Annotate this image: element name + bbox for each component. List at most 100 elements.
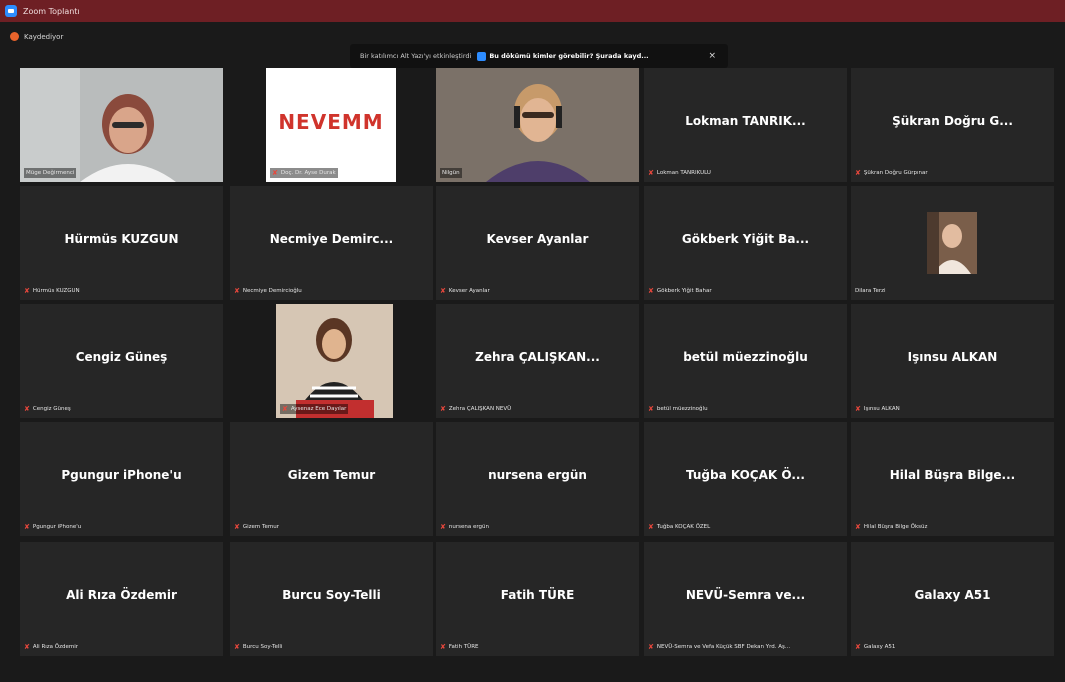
participant-tile[interactable]: Müge Değirmenci	[20, 68, 223, 182]
microphone-muted-icon: ✘	[272, 169, 278, 177]
close-icon[interactable]: ×	[708, 51, 716, 61]
captions-icon	[477, 51, 487, 61]
participant-name: Şükran Doğru Gürpınar	[863, 170, 928, 176]
participant-name: Nilgün	[442, 170, 460, 176]
participant-name-label: ✘ Şükran Doğru Gürpınar	[855, 168, 928, 178]
participant-tile[interactable]: NEVÜ-Semra ve... ✘ NEVÜ-Semra ve Vefa Küçü…	[644, 542, 847, 656]
microphone-muted-icon: ✘	[234, 523, 240, 531]
participant-tile[interactable]: Tuğba KOÇAK Ö... ✘ Tuğba KOÇAK ÖZEL	[644, 422, 847, 536]
caption-info-link[interactable]: Bu dökümü kimler görebilir? Şurada kayd.…	[489, 52, 648, 60]
participant-name-label: ✘ Kevser Ayanlar	[440, 286, 490, 296]
participant-name-label: ✘ Gizem Temur	[234, 522, 279, 532]
participant-video	[276, 304, 393, 418]
participant-tile[interactable]: Cengiz Güneş ✘ Cengiz Güneş	[20, 304, 223, 418]
participant-tile[interactable]: Şükran Doğru G... ✘ Şükran Doğru Gürpınar	[851, 68, 1054, 182]
participant-tile[interactable]: Necmiye Demirc... ✘ Necmiye Demircioğlu	[230, 186, 433, 300]
participant-name-label: ✘ Aysenaz Ece Dayılar	[280, 404, 349, 414]
microphone-muted-icon: ✘	[234, 287, 240, 295]
participant-name: Hilal Büşra Bilge Öksüz	[863, 524, 928, 530]
participant-tile[interactable]: Kevser Ayanlar ✘ Kevser Ayanlar	[436, 186, 639, 300]
participant-display-name: Gizem Temur	[287, 468, 376, 482]
participant-tile[interactable]: Fatih TÜRE ✘ Fatih TÜRE	[436, 542, 639, 656]
participant-tile[interactable]: Nilgün	[436, 68, 639, 182]
participant-name-label: ✘ Zehra ÇALIŞKAN NEVÜ	[440, 404, 511, 414]
microphone-muted-icon: ✘	[855, 643, 861, 651]
microphone-muted-icon: ✘	[855, 405, 861, 413]
participant-tile[interactable]: NEVEMM ✘ Doç. Dr. Ayse Durak	[266, 68, 396, 182]
participant-name-label: ✘ Necmiye Demircioğlu	[234, 286, 302, 296]
participant-display-name: Burcu Soy-Telli	[282, 588, 381, 602]
window-title: Zoom Toplantı	[23, 6, 80, 16]
participant-name-label: ✘ NEVÜ-Semra ve Vefa Küçük SBF Dekan Yrd.…	[648, 642, 790, 652]
microphone-muted-icon: ✘	[648, 405, 654, 413]
zoom-logo-icon	[5, 5, 17, 17]
participant-name-label: ✘ Galaxy A51	[855, 642, 895, 652]
microphone-muted-icon: ✘	[24, 643, 30, 651]
participant-name-label: ✘ Lokman TANRIKULU	[648, 168, 711, 178]
participant-display-name: Işınsu ALKAN	[907, 350, 998, 364]
microphone-muted-icon: ✘	[24, 523, 30, 531]
participant-display-name: Galaxy A51	[914, 588, 991, 602]
participant-tile[interactable]: betül müezzinoğlu ✘ betül müezzinoğlu	[644, 304, 847, 418]
participant-name: Burcu Soy-Telli	[242, 644, 283, 650]
participant-display-name: Cengiz Güneş	[75, 350, 168, 364]
microphone-muted-icon: ✘	[440, 643, 446, 651]
participant-tile[interactable]: Gökberk Yiğit Ba... ✘ Gökberk Yiğit Bahar	[644, 186, 847, 300]
participant-display-name: Necmiye Demirc...	[269, 232, 394, 246]
participant-tile[interactable]: ✘ Aysenaz Ece Dayılar	[276, 304, 393, 418]
participant-tile[interactable]: Galaxy A51 ✘ Galaxy A51	[851, 542, 1054, 656]
participant-video	[20, 68, 223, 182]
participant-avatar	[927, 212, 977, 274]
microphone-muted-icon: ✘	[855, 523, 861, 531]
participant-name: Pgungur iPhone'u	[32, 524, 82, 530]
participant-display-name: NEVÜ-Semra ve...	[685, 588, 806, 602]
participant-name-label: ✘ Cengiz Güneş	[24, 404, 71, 414]
participant-tile[interactable]: Zehra ÇALIŞKAN... ✘ Zehra ÇALIŞKAN NEVÜ	[436, 304, 639, 418]
participant-gallery: Müge Değirmenci NEVEMM ✘ Doç. Dr. Ayse Dura…	[20, 68, 1060, 662]
participant-name: NEVÜ-Semra ve Vefa Küçük SBF Dekan Yrd. …	[656, 644, 791, 650]
microphone-muted-icon: ✘	[648, 643, 654, 651]
participant-tile[interactable]: Işınsu ALKAN ✘ Işınsu ALKAN	[851, 304, 1054, 418]
participant-name: Necmiye Demircioğlu	[242, 288, 302, 294]
participant-name: Hürmüs KUZGUN	[32, 288, 80, 294]
microphone-muted-icon: ✘	[648, 169, 654, 177]
participant-name: Fatih TÜRE	[448, 644, 479, 650]
participant-name-label: Dilara Terzi	[855, 286, 886, 296]
participant-name: Doç. Dr. Ayse Durak	[280, 170, 336, 176]
title-bar: Zoom Toplantı	[0, 0, 1065, 22]
participant-name-label: ✘ Hilal Büşra Bilge Öksüz	[855, 522, 927, 532]
participant-display-name: Zehra ÇALIŞKAN...	[475, 350, 600, 364]
participant-tile[interactable]: Hürmüs KUZGUN ✘ Hürmüs KUZGUN	[20, 186, 223, 300]
participant-name: Aysenaz Ece Dayılar	[290, 406, 347, 412]
microphone-muted-icon: ✘	[440, 523, 446, 531]
participant-tile[interactable]: Dilara Terzi	[851, 186, 1054, 300]
participant-name: Müge Değirmenci	[26, 170, 75, 176]
participant-name-label: ✘ Doç. Dr. Ayse Durak	[270, 168, 338, 178]
microphone-muted-icon: ✘	[440, 405, 446, 413]
recording-dot-icon	[10, 32, 19, 41]
participant-tile[interactable]: Gizem Temur ✘ Gizem Temur	[230, 422, 433, 536]
participant-name: Lokman TANRIKULU	[656, 170, 711, 176]
participant-tile[interactable]: nursena ergün ✘ nursena ergün	[436, 422, 639, 536]
participant-tile[interactable]: Pgungur iPhone'u ✘ Pgungur iPhone'u	[20, 422, 223, 536]
participant-name: nursena ergün	[448, 524, 489, 530]
participant-tile[interactable]: Hilal Büşra Bilge... ✘ Hilal Büşra Bilge Ö…	[851, 422, 1054, 536]
participant-name: betül müezzinoğlu	[656, 406, 708, 412]
participant-tile[interactable]: Ali Rıza Özdemir ✘ Ali Rıza Özdemir	[20, 542, 223, 656]
participant-tile[interactable]: Lokman TANRIK... ✘ Lokman TANRIKULU	[644, 68, 847, 182]
microphone-muted-icon: ✘	[24, 405, 30, 413]
participant-name: Işınsu ALKAN	[863, 406, 900, 412]
participant-name: Ali Rıza Özdemir	[32, 644, 79, 650]
recording-indicator[interactable]: Kaydediyor	[10, 32, 63, 41]
participant-name: Dilara Terzi	[855, 288, 886, 294]
participant-display-name: Hilal Büşra Bilge...	[889, 468, 1016, 482]
participant-name: Galaxy A51	[863, 644, 896, 650]
microphone-muted-icon: ✘	[648, 523, 654, 531]
participant-name-label: ✘ Gökberk Yiğit Bahar	[648, 286, 712, 296]
participant-display-name: Hürmüs KUZGUN	[64, 232, 179, 246]
participant-tile[interactable]: Burcu Soy-Telli ✘ Burcu Soy-Telli	[230, 542, 433, 656]
participant-video	[436, 68, 639, 182]
participant-name-label: ✘ Fatih TÜRE	[440, 642, 479, 652]
participant-display-name: Gökberk Yiğit Ba...	[681, 232, 810, 246]
participant-display-name: Lokman TANRIK...	[685, 114, 806, 128]
